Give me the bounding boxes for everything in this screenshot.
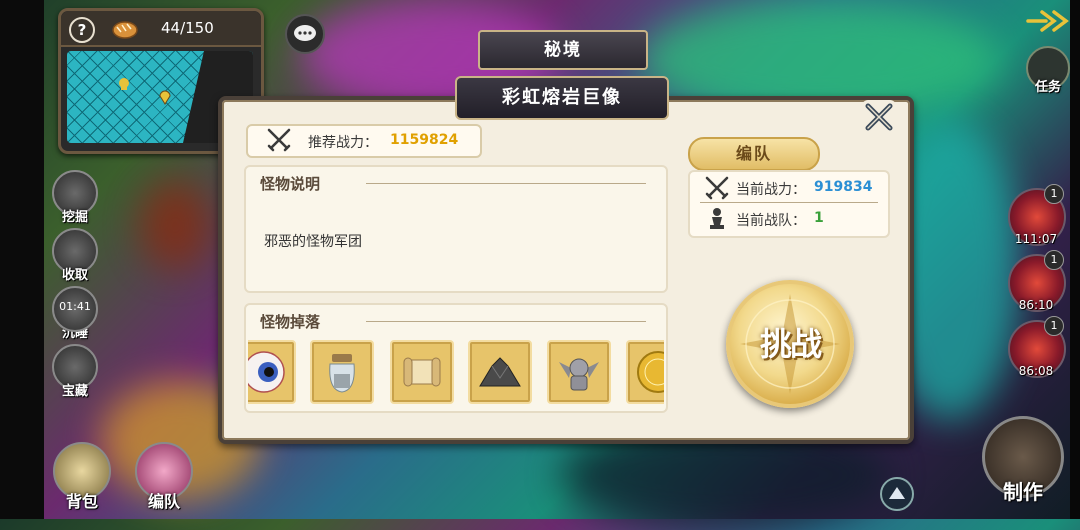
current-power-value: 919834 xyxy=(814,179,873,195)
scroll-up-button[interactable] xyxy=(880,477,914,511)
skull-marker-icon xyxy=(119,78,129,90)
chess-piece-icon xyxy=(710,208,724,229)
task-button[interactable]: 任务 xyxy=(1026,46,1070,100)
section-divider xyxy=(366,321,646,322)
drop-item[interactable] xyxy=(547,340,611,404)
craft-label: 制作 xyxy=(1003,480,1043,504)
recommended-power-box: 推荐战力： 1159824 xyxy=(246,124,482,158)
timer-slot[interactable]: 1 86:10 xyxy=(1008,250,1066,314)
count-badge: 1 xyxy=(1044,184,1064,204)
current-team-value: 1 xyxy=(814,210,824,226)
recommended-power-label: 推荐战力： xyxy=(308,135,378,151)
backpack-button[interactable]: 背包 xyxy=(52,442,112,512)
bread-stamina-icon xyxy=(112,21,138,39)
gargoyle-icon xyxy=(559,358,599,391)
timer-countdown: 86:10 xyxy=(1018,298,1054,312)
jar-icon xyxy=(329,354,355,393)
chat-bubble-icon xyxy=(294,25,316,41)
expand-arrow-icon[interactable] xyxy=(1024,6,1072,36)
monster-description-section: 怪物说明 邪恶的怪物军团 xyxy=(244,165,668,293)
stamina-counter: 44/150 xyxy=(161,19,214,37)
craft-button[interactable]: 制作 xyxy=(980,416,1066,512)
timer-countdown: 111:07 xyxy=(1014,232,1058,246)
scroll-icon xyxy=(403,357,441,387)
challenge-label: 挑战 xyxy=(759,325,822,363)
dig-label: 挖掘 xyxy=(61,210,88,225)
task-label: 任务 xyxy=(1034,80,1061,95)
dig-button[interactable]: 挖掘 xyxy=(52,170,98,225)
drop-item[interactable] xyxy=(390,340,454,404)
backpack-label: 背包 xyxy=(65,492,98,511)
sleep-button[interactable]: 01:41 沉睡 xyxy=(52,286,98,341)
recommended-power-value: 1159824 xyxy=(390,132,459,148)
timer-slot[interactable]: 1 111:07 xyxy=(1008,184,1066,248)
count-badge: 1 xyxy=(1044,250,1064,270)
chat-button[interactable] xyxy=(285,14,325,54)
drop-item[interactable] xyxy=(310,340,374,404)
current-power-label: 当前战力： xyxy=(736,182,806,198)
up-arrow-icon xyxy=(889,487,905,499)
drop-item[interactable] xyxy=(468,340,532,404)
formation-label: 编队 xyxy=(147,492,180,511)
minimap-header: ? 44/150 xyxy=(61,11,261,47)
close-icon[interactable] xyxy=(860,98,898,136)
drop-item[interactable] xyxy=(248,340,296,404)
current-team-box: 当前战力： 919834 当前战队： 1 xyxy=(688,170,890,238)
drop-item[interactable] xyxy=(626,340,664,404)
eyeball-icon xyxy=(248,351,285,393)
timer-slot[interactable]: 1 86:08 xyxy=(1008,316,1066,380)
treasure-label: 宝藏 xyxy=(61,384,88,399)
sleep-timer: 01:41 xyxy=(59,300,91,313)
left-letterbox xyxy=(0,0,44,519)
challenge-button[interactable]: 挑战 xyxy=(726,280,854,408)
treasure-button[interactable]: 宝藏 xyxy=(52,344,98,399)
timer-countdown: 86:08 xyxy=(1018,364,1054,378)
right-letterbox xyxy=(1070,0,1080,519)
crossed-swords-icon xyxy=(267,128,291,152)
team-button[interactable]: 编队 xyxy=(688,137,820,171)
section-divider xyxy=(366,183,646,184)
help-button[interactable]: ? xyxy=(69,17,95,43)
collect-label: 收取 xyxy=(61,268,88,283)
drop-items-list[interactable] xyxy=(248,340,664,404)
dialog-category-title: 秘境 xyxy=(478,30,648,70)
gold-coin-icon xyxy=(637,351,664,393)
monster-description-text: 邪恶的怪物军团 xyxy=(264,234,362,250)
monster-drops-title: 怪物掉落 xyxy=(260,313,321,331)
collect-button[interactable]: 收取 xyxy=(52,228,98,283)
team-divider xyxy=(700,202,878,203)
current-team-label: 当前战队： xyxy=(736,213,806,229)
crossed-swords-icon xyxy=(705,176,729,200)
ore-pile-icon xyxy=(479,357,521,387)
formation-button[interactable]: 编队 xyxy=(134,442,194,512)
count-badge: 1 xyxy=(1044,316,1064,336)
location-pin-icon xyxy=(159,90,171,105)
monster-description-title: 怪物说明 xyxy=(260,175,321,193)
boss-name-title: 彩虹熔岩巨像 xyxy=(455,76,669,120)
sleep-timer-icon: 01:41 xyxy=(52,286,98,332)
background-glow-red xyxy=(140,180,210,270)
